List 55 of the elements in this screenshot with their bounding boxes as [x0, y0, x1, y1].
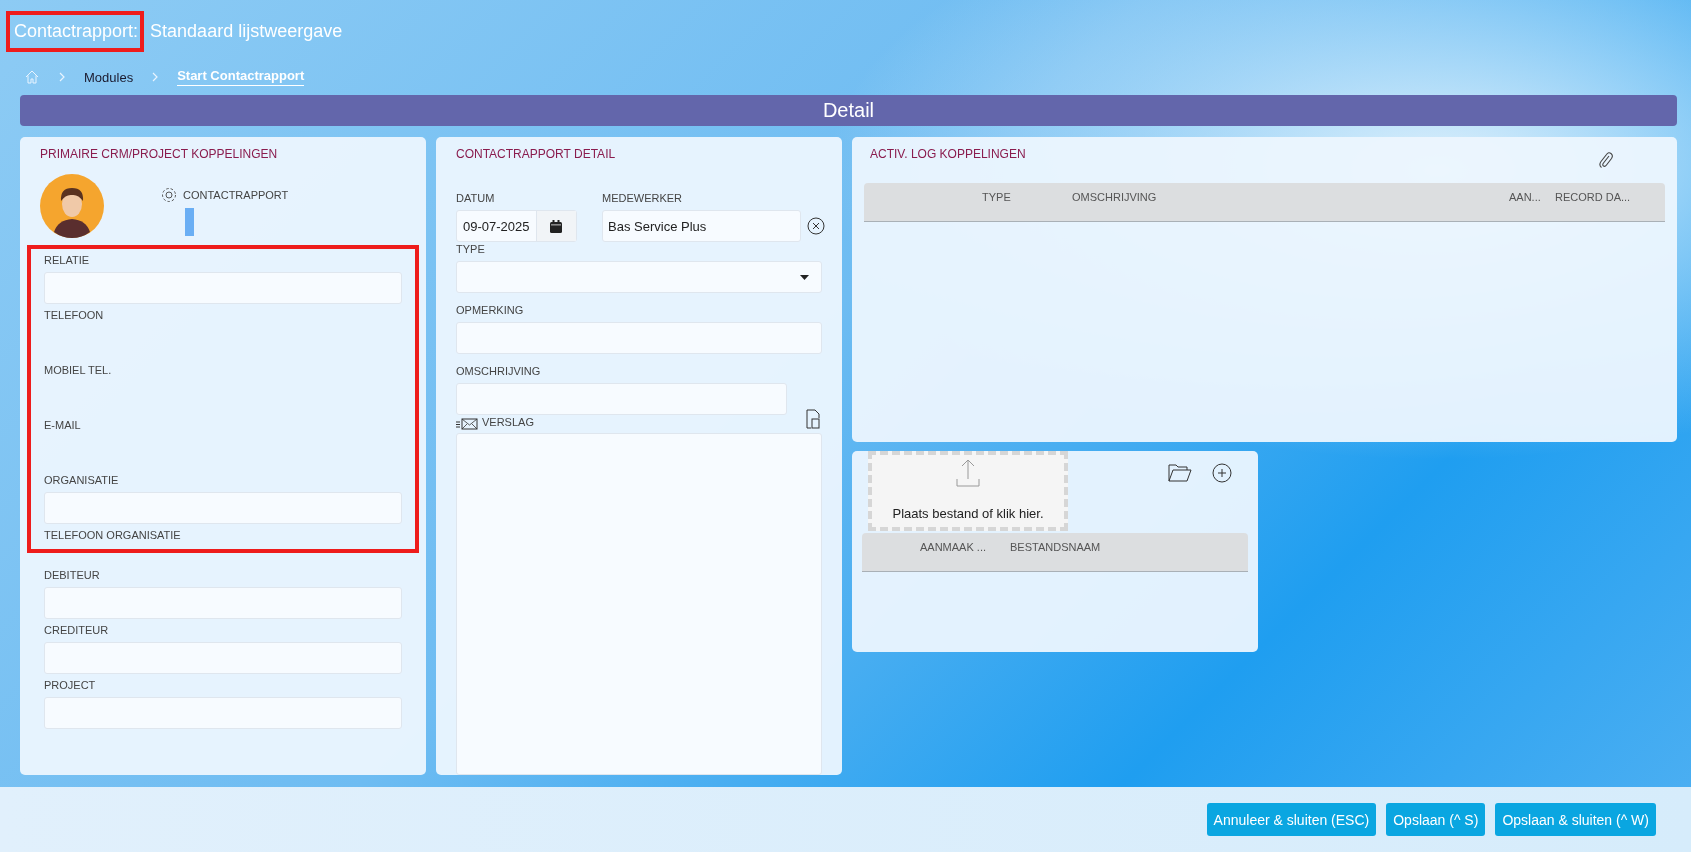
- column-header[interactable]: RECORD DA...: [1555, 191, 1665, 203]
- field-label: VERSLAG: [482, 414, 534, 429]
- add-icon[interactable]: [1212, 463, 1232, 483]
- chevron-icon: [151, 71, 160, 83]
- date-field[interactable]: 09-07-2025: [456, 210, 577, 242]
- section-header: Detail: [20, 95, 1677, 126]
- input-field[interactable]: [44, 272, 402, 304]
- clear-icon[interactable]: [807, 217, 825, 235]
- page-title: Contactrapport:: [6, 10, 145, 52]
- caret-icon: [800, 274, 809, 280]
- field-label: DEBITEUR: [44, 568, 101, 582]
- employee-field[interactable]: Bas Service Plus: [602, 210, 801, 242]
- panel-title: CONTACTRAPPORT DETAIL: [456, 147, 617, 161]
- type-dropdown[interactable]: [456, 261, 822, 293]
- input-field[interactable]: [456, 383, 787, 415]
- field-label: TYPE: [456, 242, 486, 256]
- calendar-icon[interactable]: [550, 219, 563, 233]
- field-label: MEDEWERKER: [602, 191, 684, 205]
- input-field[interactable]: [44, 587, 402, 619]
- panel-title: PRIMAIRE CRM/PROJECT KOPPELINGEN: [40, 147, 279, 161]
- field-label: TELEFOON ORGANISATIE: [44, 528, 182, 542]
- settings-icon[interactable]: [160, 186, 178, 204]
- field-label: OMSCHRIJVING: [456, 364, 542, 378]
- upload-icon: [956, 459, 980, 487]
- field-label: DATUM: [456, 191, 496, 205]
- field-label: ORGANISATIE: [44, 473, 120, 487]
- mail-icon: [456, 418, 478, 430]
- column-header[interactable]: OMSCHRIJVING: [1072, 191, 1509, 203]
- field-label: OPMERKING: [456, 303, 525, 317]
- input-field[interactable]: [44, 642, 402, 674]
- page-title: Standaard lijstweergave: [150, 20, 343, 42]
- field-label: MOBIEL TEL.: [44, 363, 113, 377]
- home-icon[interactable]: [24, 69, 40, 85]
- field-label: CREDITEUR: [44, 623, 110, 637]
- contactrapport-label: CONTACTRAPPORT: [183, 189, 289, 201]
- input-field[interactable]: [44, 492, 402, 524]
- copy-icon[interactable]: [806, 409, 822, 429]
- panel-title: ACTIV. LOG KOPPELINGEN: [870, 147, 1026, 161]
- input-field[interactable]: [44, 697, 402, 729]
- field-label: E-MAIL: [44, 418, 82, 432]
- chevron-icon: [58, 71, 66, 83]
- avatar-placeholder: [40, 174, 104, 238]
- column-header[interactable]: BESTANDSNAAM: [1010, 541, 1130, 553]
- folder-icon[interactable]: [1168, 463, 1192, 483]
- input-field[interactable]: [456, 322, 822, 354]
- field-label: PROJECT: [44, 678, 97, 692]
- dropzone[interactable]: Plaats bestand of klik hier.: [868, 451, 1068, 531]
- breadcrumb-link[interactable]: Modules: [84, 69, 134, 85]
- field-label: TELEFOON: [44, 308, 105, 322]
- column-header[interactable]: TYPE: [982, 191, 1072, 203]
- column-header[interactable]: AANMAAK ...: [920, 541, 1010, 553]
- column-header[interactable]: AAN...: [1509, 191, 1555, 203]
- field-label: RELATIE: [44, 253, 91, 267]
- indicator-bar: [185, 208, 194, 236]
- paperclip-icon[interactable]: [1599, 151, 1613, 169]
